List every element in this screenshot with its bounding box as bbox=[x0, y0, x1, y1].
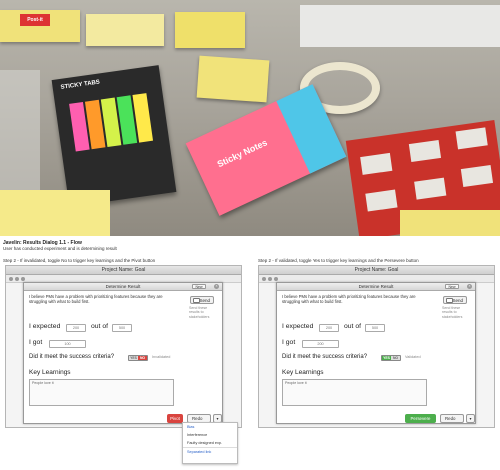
office-supplies-photo: Post-it STICKY TABS Sticky Notes bbox=[0, 0, 500, 236]
total-input[interactable]: 500 bbox=[365, 324, 385, 332]
flow-subtitle: User has conducted experiment and is det… bbox=[3, 246, 117, 251]
sticky-notes-label: Sticky Notes bbox=[215, 137, 269, 170]
sticky-tabs-pack: STICKY TABS bbox=[51, 65, 177, 207]
step-caption-validated: Step 2 - If validated, toggle Yes to tri… bbox=[258, 258, 419, 263]
learnings-textarea[interactable]: People love it bbox=[282, 379, 427, 406]
toggle-no[interactable]: NO bbox=[138, 356, 147, 360]
result-status: Validated bbox=[405, 355, 421, 359]
learnings-textarea[interactable]: People love it bbox=[29, 379, 174, 406]
determine-result-dialog: Determine Result New × I believe PMs hav… bbox=[276, 282, 476, 424]
persevere-button[interactable]: Persevere bbox=[405, 414, 436, 423]
paper-sheet bbox=[300, 5, 500, 47]
project-name: Project Name: Goal bbox=[354, 267, 399, 273]
success-question: Did it meet the success criteria? bbox=[29, 354, 115, 360]
expected-input[interactable]: 200 bbox=[319, 324, 339, 332]
new-button[interactable]: New bbox=[192, 284, 206, 289]
send-note: Send these results to stakeholders bbox=[442, 306, 463, 319]
send-label: Send bbox=[199, 298, 210, 303]
sticky-note-pad bbox=[86, 14, 164, 46]
menu-item-interference[interactable]: Interference bbox=[183, 431, 237, 439]
key-learnings-heading: Key Learnings bbox=[282, 369, 324, 376]
sticky-note-pad bbox=[196, 55, 270, 103]
toggle-yes[interactable]: YES bbox=[129, 356, 138, 360]
determine-result-dialog: Determine Result New × I believe PMs hav… bbox=[23, 282, 223, 424]
sticky-tabs-label: STICKY TABS bbox=[60, 79, 101, 91]
send-button[interactable]: Send bbox=[190, 296, 214, 304]
pivot-button[interactable]: Pivot bbox=[167, 414, 183, 423]
toggle-no[interactable]: NO bbox=[391, 356, 400, 360]
new-button[interactable]: New bbox=[445, 284, 459, 289]
success-toggle[interactable]: YES NO bbox=[128, 355, 148, 361]
post-it-label: Post-it bbox=[20, 14, 50, 26]
step-caption-invalidated: Step 2 - If invalidated, toggle No to tr… bbox=[3, 258, 156, 263]
close-icon[interactable]: × bbox=[467, 284, 472, 289]
result-status: Invalidated bbox=[152, 355, 171, 359]
out-of-label: out of bbox=[91, 323, 109, 330]
menu-item-separated-link[interactable]: Separated link bbox=[183, 447, 237, 455]
belief-statement: I believe PMs have a problem with priori… bbox=[29, 294, 163, 304]
expected-label: I expected bbox=[29, 323, 61, 330]
success-question: Did it meet the success criteria? bbox=[282, 354, 368, 360]
send-button[interactable]: Send bbox=[443, 296, 467, 304]
got-label: I got bbox=[282, 339, 296, 346]
sticky-note-pad bbox=[400, 210, 500, 236]
expected-label: I expected bbox=[282, 323, 314, 330]
belief-statement: I believe PMs have a problem with priori… bbox=[282, 294, 416, 304]
got-input[interactable]: 100 bbox=[49, 340, 86, 348]
got-label: I got bbox=[29, 339, 43, 346]
window-titlebar: Project Name: Goal bbox=[259, 266, 494, 281]
sticky-note-pad bbox=[175, 12, 245, 48]
expected-input[interactable]: 200 bbox=[66, 324, 86, 332]
close-icon[interactable]: × bbox=[214, 284, 219, 289]
redo-button[interactable]: Redo bbox=[440, 414, 464, 423]
mockup-window-validated: Project Name: Goal Determine Result New … bbox=[258, 265, 495, 428]
dialog-titlebar: Determine Result New × bbox=[277, 283, 475, 291]
success-toggle[interactable]: YES NO bbox=[381, 355, 401, 361]
chevron-down-icon[interactable]: ▾ bbox=[466, 414, 475, 423]
menu-item-bias[interactable]: Bias bbox=[183, 423, 237, 431]
dialog-titlebar: Determine Result New × bbox=[24, 283, 222, 291]
out-of-label: out of bbox=[344, 323, 362, 330]
send-label: Send bbox=[452, 298, 463, 303]
key-learnings-heading: Key Learnings bbox=[29, 369, 71, 376]
project-name: Project Name: Goal bbox=[101, 267, 146, 273]
mail-icon bbox=[446, 298, 453, 303]
plastic-bag bbox=[0, 70, 40, 190]
mail-icon bbox=[193, 298, 200, 303]
got-input[interactable]: 200 bbox=[302, 340, 339, 348]
total-input[interactable]: 500 bbox=[112, 324, 132, 332]
menu-item-faulty-designed-exp[interactable]: Faulty designed exp. bbox=[183, 439, 237, 447]
toggle-yes[interactable]: YES bbox=[382, 356, 391, 360]
send-note: Send these results to stakeholders bbox=[189, 306, 210, 319]
mockup-window-invalidated: Project Name: Goal Determine Result New … bbox=[5, 265, 242, 428]
window-titlebar: Project Name: Goal bbox=[6, 266, 241, 281]
sticky-note-pad bbox=[0, 190, 110, 236]
redo-menu: Bias Interference Faulty designed exp. S… bbox=[182, 422, 238, 464]
